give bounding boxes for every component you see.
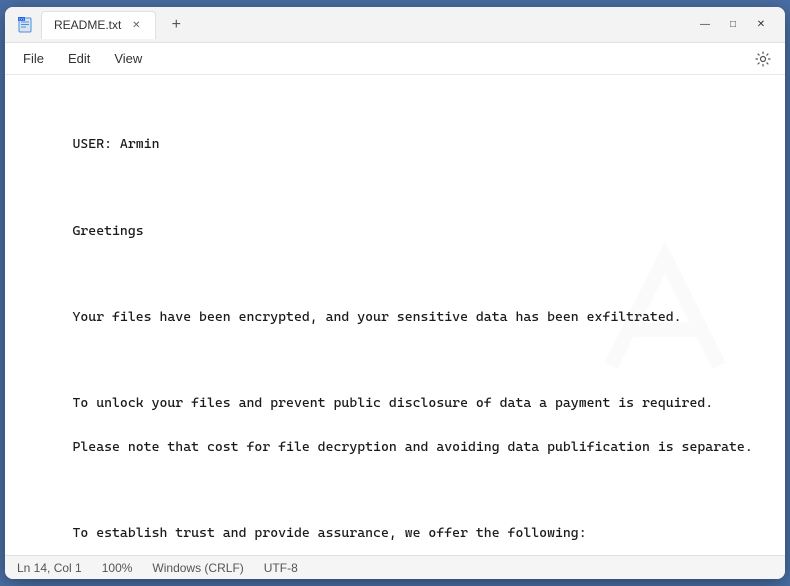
line-10: To establish trust and provide assurance… bbox=[72, 525, 586, 541]
line-3: Greetings bbox=[72, 223, 143, 239]
encoding: UTF-8 bbox=[264, 561, 298, 575]
editor-area: USER: Armin Greetings Your files have be… bbox=[5, 75, 785, 555]
status-bar: Ln 14, Col 1 100% Windows (CRLF) UTF-8 bbox=[5, 555, 785, 579]
line-7: To unlock your files and prevent public … bbox=[72, 395, 713, 411]
svg-text:TXT: TXT bbox=[19, 17, 25, 21]
line-ending: Windows (CRLF) bbox=[152, 561, 243, 575]
line-8: Please note that cost for file decryptio… bbox=[72, 439, 752, 455]
app-icon: TXT bbox=[17, 17, 33, 33]
add-tab-button[interactable]: + bbox=[164, 13, 188, 37]
active-tab[interactable]: README.txt ✕ bbox=[41, 11, 156, 39]
line-5: Your files have been encrypted, and your… bbox=[72, 309, 681, 325]
menu-edit[interactable]: Edit bbox=[58, 47, 100, 70]
title-bar-left: TXT README.txt ✕ + bbox=[17, 11, 693, 39]
zoom-level: 100% bbox=[102, 561, 133, 575]
tab-close-button[interactable]: ✕ bbox=[129, 18, 143, 32]
close-button[interactable]: ✕ bbox=[749, 13, 773, 37]
minimize-button[interactable]: — bbox=[693, 13, 717, 37]
tab-label: README.txt bbox=[54, 18, 121, 32]
main-window: TXT README.txt ✕ + — □ ✕ File Edit View bbox=[5, 7, 785, 579]
line-1: USER: Armin bbox=[72, 136, 159, 152]
menu-bar: File Edit View bbox=[5, 43, 785, 75]
cursor-position: Ln 14, Col 1 bbox=[17, 561, 82, 575]
settings-icon[interactable] bbox=[749, 45, 777, 73]
title-bar: TXT README.txt ✕ + — □ ✕ bbox=[5, 7, 785, 43]
text-editor[interactable]: USER: Armin Greetings Your files have be… bbox=[5, 75, 785, 555]
maximize-button[interactable]: □ bbox=[721, 13, 745, 37]
menu-view[interactable]: View bbox=[104, 47, 152, 70]
menu-file[interactable]: File bbox=[13, 47, 54, 70]
menu-bar-right bbox=[749, 45, 777, 73]
window-controls: — □ ✕ bbox=[693, 13, 773, 37]
